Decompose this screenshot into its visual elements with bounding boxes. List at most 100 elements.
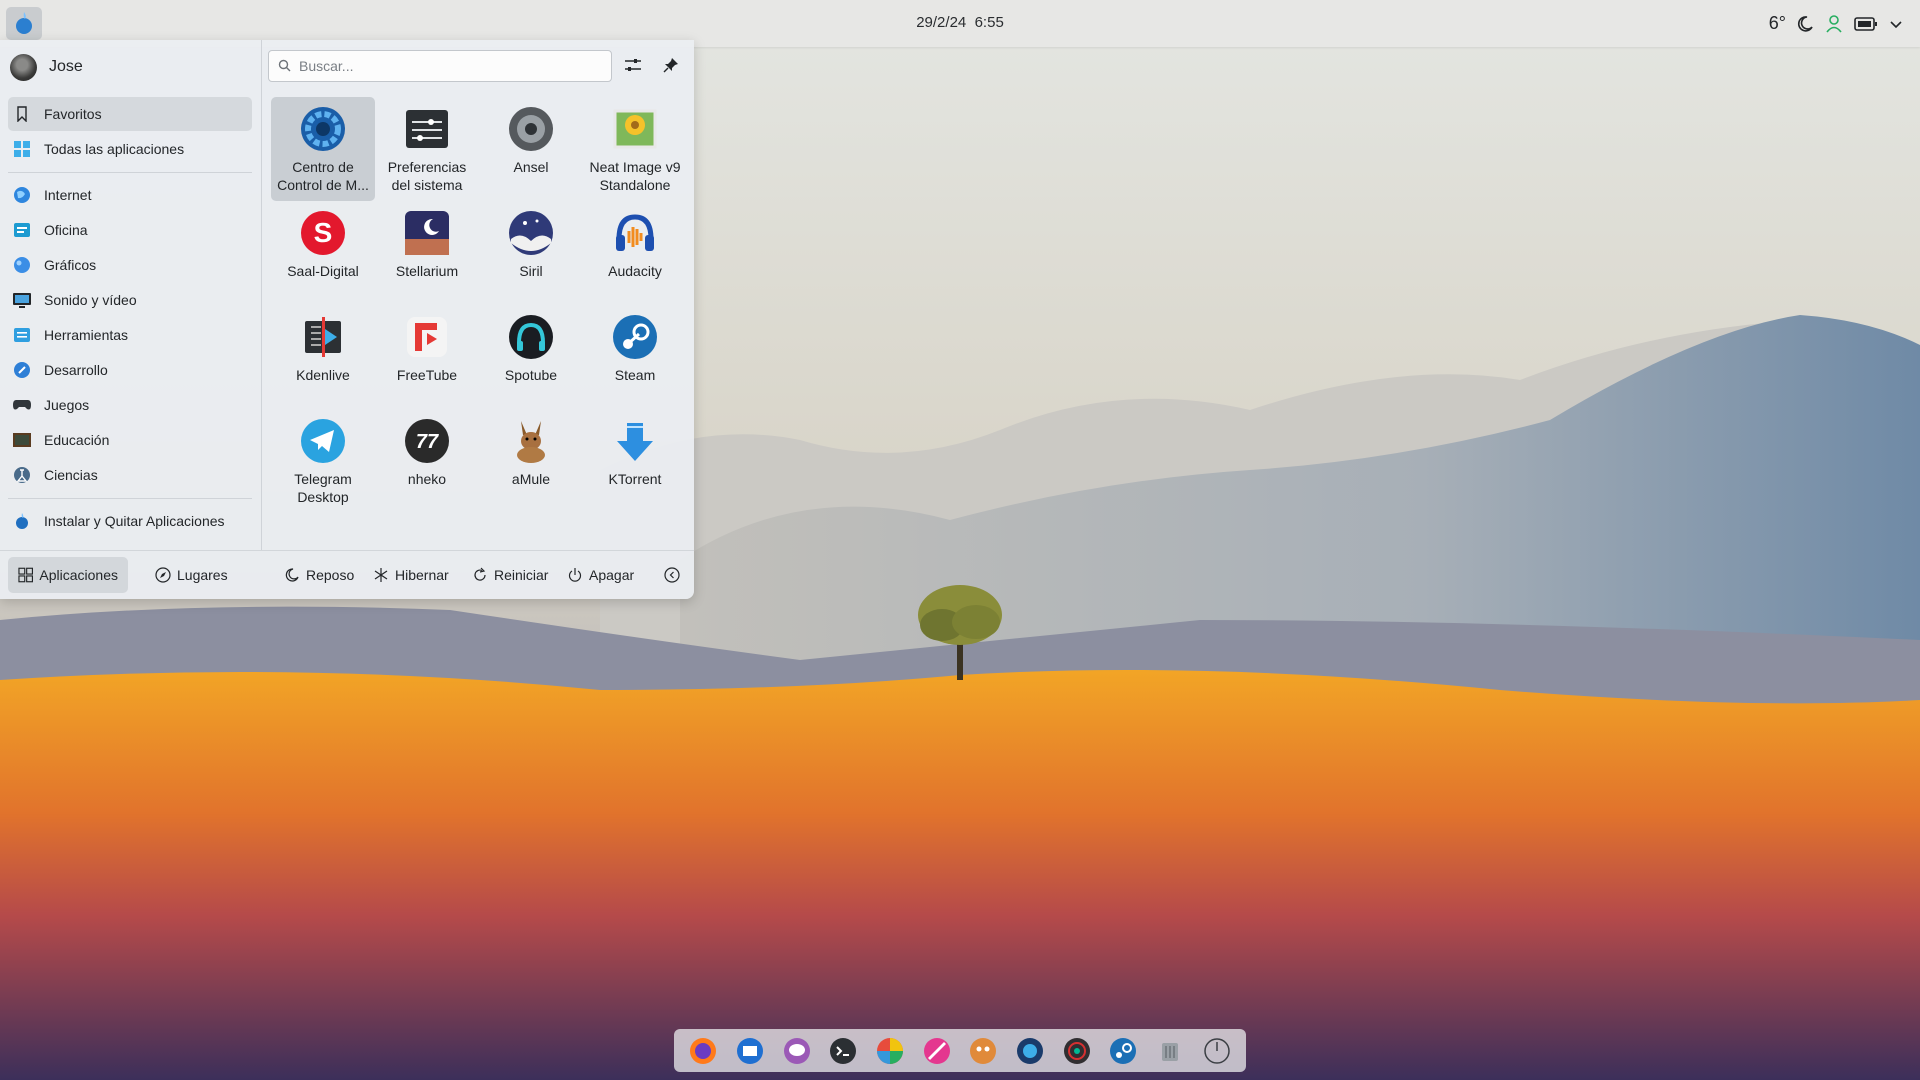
category-all-applications[interactable]: Todas las aplicaciones <box>8 132 252 166</box>
clock: 29/2/24 6:55 <box>0 14 1920 31</box>
browser-icon[interactable] <box>1014 1035 1046 1067</box>
category-label: Gráficos <box>44 257 97 273</box>
battery-icon[interactable] <box>1854 16 1878 32</box>
category-science[interactable]: Ciencias <box>8 458 252 492</box>
firefox-icon[interactable] <box>687 1035 719 1067</box>
places-tab[interactable]: Lugares <box>145 557 245 593</box>
app-label: Saal-Digital <box>287 263 359 279</box>
education-icon <box>12 430 32 450</box>
saal-digital-icon: S <box>299 209 347 257</box>
app-amule[interactable]: aMule <box>479 409 583 513</box>
app-kdenlive[interactable]: Kdenlive <box>271 305 375 409</box>
steam-icon <box>611 313 659 361</box>
configure-button[interactable] <box>618 50 648 80</box>
multimedia-icon <box>12 290 32 310</box>
restart-label: Reiniciar <box>494 567 549 583</box>
sleep-button[interactable]: Reposo <box>274 557 364 593</box>
obs-icon[interactable] <box>1061 1035 1093 1067</box>
app-label: Kdenlive <box>296 367 350 383</box>
category-internet[interactable]: Internet <box>8 178 252 212</box>
nheko-icon: 77 <box>403 417 451 465</box>
category-graphics[interactable]: Gráficos <box>8 248 252 282</box>
stellarium-icon <box>403 209 451 257</box>
snowflake-icon <box>374 568 388 582</box>
category-education[interactable]: Educación <box>8 423 252 457</box>
system-settings-icon <box>403 105 451 153</box>
audacity-icon <box>611 209 659 257</box>
krita-icon[interactable] <box>921 1035 953 1067</box>
places-tab-label: Lugares <box>177 567 228 583</box>
category-label: Ciencias <box>44 467 98 483</box>
hibernate-label: Hibernar <box>395 567 449 583</box>
app-system-settings[interactable]: Preferencias del sistema <box>375 97 479 201</box>
category-games[interactable]: Juegos <box>8 388 252 422</box>
darktable-icon[interactable] <box>874 1035 906 1067</box>
app-label: Steam <box>614 367 656 383</box>
category-label: Todas las aplicaciones <box>44 141 185 157</box>
category-label: Herramientas <box>44 327 129 343</box>
chevron-down-icon[interactable] <box>1888 16 1904 32</box>
app-label: KTorrent <box>608 471 662 487</box>
power-icon[interactable] <box>1201 1035 1233 1067</box>
tools-icon <box>12 325 32 345</box>
app-freetube[interactable]: FreeTube <box>375 305 479 409</box>
kdenlive-icon <box>299 313 347 361</box>
category-favorites[interactable]: Favoritos <box>8 97 252 131</box>
category-install-remove-apps[interactable]: Instalar y Quitar Aplicaciones <box>8 504 252 538</box>
trash-icon[interactable] <box>1154 1035 1186 1067</box>
app-saal-digital[interactable]: S Saal-Digital <box>271 201 375 305</box>
category-label: Educación <box>44 432 110 448</box>
clock-date[interactable]: 29/2/24 <box>916 14 966 31</box>
steam-icon[interactable] <box>1107 1035 1139 1067</box>
pin-button[interactable] <box>656 50 686 80</box>
category-tools[interactable]: Herramientas <box>8 318 252 352</box>
category-label: Juegos <box>44 397 90 413</box>
terminal-icon[interactable] <box>827 1035 859 1067</box>
ktorrent-icon <box>611 417 659 465</box>
user-header[interactable]: Jose <box>10 52 83 82</box>
app-nheko[interactable]: 77 nheko <box>375 409 479 513</box>
app-telegram[interactable]: Telegram Desktop <box>271 409 375 513</box>
divider <box>8 172 252 173</box>
sleep-label: Reposo <box>306 567 355 583</box>
app-ktorrent[interactable]: KTorrent <box>583 409 687 513</box>
thunderbird-icon[interactable] <box>734 1035 766 1067</box>
applications-tab-label: Aplicaciones <box>39 567 118 583</box>
category-sidebar: Jose Favoritos Todas las aplicaciones In… <box>0 40 262 550</box>
category-office[interactable]: Oficina <box>8 213 252 247</box>
more-session-options-button[interactable] <box>654 557 690 593</box>
app-steam[interactable]: Steam <box>583 305 687 409</box>
app-neat-image[interactable]: Neat Image v9 Standalone <box>583 97 687 201</box>
chat-icon[interactable] <box>781 1035 813 1067</box>
category-development[interactable]: Desarrollo <box>8 353 252 387</box>
application-launcher-button[interactable] <box>6 7 42 40</box>
app-control-center[interactable]: Centro de Control de M... <box>271 97 375 201</box>
restart-button[interactable]: Reiniciar <box>462 557 558 593</box>
app-label: Neat Image v9 Standalone <box>589 159 681 193</box>
applications-tab[interactable]: Aplicaciones <box>8 557 128 593</box>
category-label: Sonido y vídeo <box>44 292 137 308</box>
app-audacity[interactable]: Audacity <box>583 201 687 305</box>
pin-icon <box>663 58 678 73</box>
grid-icon <box>12 139 32 159</box>
weather-temperature[interactable]: 6° <box>1769 13 1786 34</box>
globe-icon <box>12 185 32 205</box>
app-siril[interactable]: Siril <box>479 201 583 305</box>
spotube-icon <box>507 313 555 361</box>
app-spotube[interactable]: Spotube <box>479 305 583 409</box>
gimp-icon[interactable] <box>967 1035 999 1067</box>
user-status-icon[interactable] <box>1824 14 1844 34</box>
category-sound-and-video[interactable]: Sonido y vídeo <box>8 283 252 317</box>
app-stellarium[interactable]: Stellarium <box>375 201 479 305</box>
night-mode-icon[interactable] <box>1796 15 1814 33</box>
avatar <box>10 53 37 81</box>
app-ansel[interactable]: Ansel <box>479 97 583 201</box>
hibernate-button[interactable]: Hibernar <box>363 557 459 593</box>
package-installer-icon <box>12 511 32 531</box>
category-label: Desarrollo <box>44 362 108 378</box>
sleep-icon <box>285 568 299 582</box>
svg-text:S: S <box>314 217 333 248</box>
clock-time[interactable]: 6:55 <box>975 14 1004 31</box>
search-input[interactable] <box>297 51 601 81</box>
shutdown-button[interactable]: Apagar <box>557 557 644 593</box>
